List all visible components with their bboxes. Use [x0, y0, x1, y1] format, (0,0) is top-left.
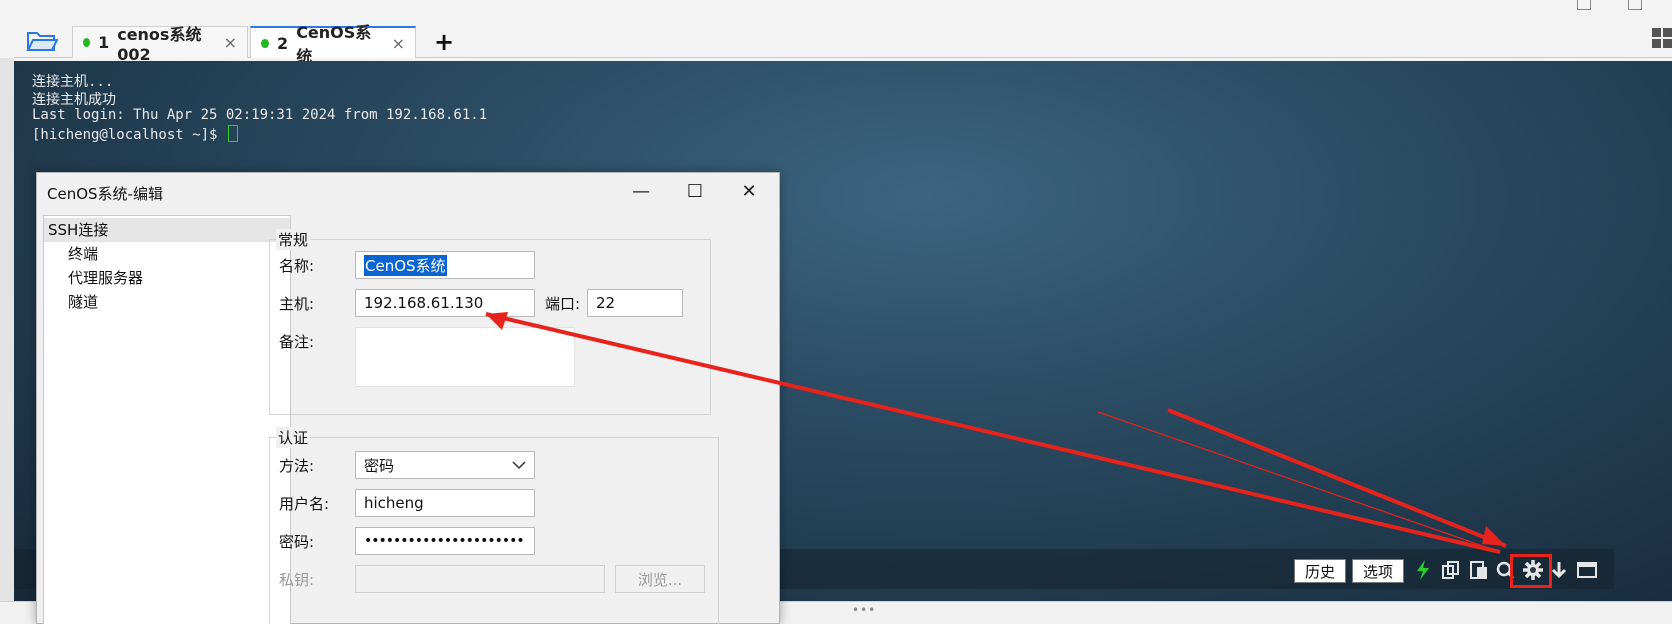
layout-grid-icon[interactable]	[1652, 28, 1672, 48]
tab-bar: 1 cenos系统002 × 2 CenOS系统 × +	[14, 22, 1672, 66]
tree-item-ssh[interactable]: SSH连接	[44, 218, 290, 242]
terminal-prompt-line: [hicheng@localhost ~]$	[32, 125, 238, 143]
password-label: 密码:	[279, 533, 315, 551]
terminal-prompt: [hicheng@localhost ~]$	[32, 127, 226, 143]
tab-number: 2	[277, 33, 289, 53]
tab-close-icon[interactable]: ×	[224, 33, 237, 52]
history-button[interactable]: 历史	[1294, 559, 1346, 583]
user-label: 用户名:	[279, 495, 330, 513]
copy-icon[interactable]	[1438, 557, 1464, 583]
session-edit-dialog: CenOS系统-编辑 — ☐ ✕ SSH连接 终端 代理服务器 隧道 常规 名称…	[36, 172, 780, 624]
restore-window-icon[interactable]	[1628, 0, 1642, 10]
host-input[interactable]: 192.168.61.130	[355, 289, 535, 317]
highlight-box	[1510, 554, 1552, 588]
tree-item-tunnel[interactable]: 隧道	[68, 290, 98, 314]
tree-item-terminal[interactable]: 终端	[68, 242, 98, 266]
tab-session-1[interactable]: 1 cenos系统002 ×	[72, 25, 248, 64]
terminal-line: 连接主机...	[32, 74, 114, 90]
lightning-icon[interactable]	[1410, 557, 1436, 583]
connected-dot-icon	[83, 38, 91, 47]
settings-tree: SSH连接 终端 代理服务器 隧道	[43, 215, 291, 624]
dialog-minimize-button[interactable]: —	[621, 177, 661, 205]
name-label: 名称:	[279, 257, 315, 275]
host-label: 主机:	[279, 295, 315, 313]
window-icon[interactable]	[1574, 557, 1600, 583]
app-window: 1 cenos系统002 × 2 CenOS系统 × + 连接主机... 连接主…	[0, 0, 1672, 624]
dialog-close-button[interactable]: ✕	[729, 177, 769, 205]
options-button[interactable]: 选项	[1352, 559, 1404, 583]
tab-label: CenOS系统	[296, 23, 372, 66]
name-input[interactable]: CenOS系统	[355, 251, 535, 279]
note-label: 备注:	[279, 333, 315, 351]
window-title-strip	[0, 0, 1672, 22]
general-group-title: 常规	[276, 229, 311, 250]
open-folder-icon[interactable]	[26, 28, 59, 54]
resize-handle-icon[interactable]: •••	[852, 603, 876, 617]
port-input[interactable]: 22	[587, 289, 683, 317]
terminal-line: 连接主机成功	[32, 92, 116, 108]
user-input[interactable]: hicheng	[355, 489, 535, 517]
tree-item-proxy[interactable]: 代理服务器	[68, 266, 143, 290]
minimize-window-icon[interactable]	[1577, 0, 1591, 10]
dialog-maximize-button[interactable]: ☐	[675, 177, 715, 205]
tab-number: 1	[98, 33, 110, 52]
auth-group-title: 认证	[276, 427, 311, 448]
dialog-title: CenOS系统-编辑	[47, 185, 163, 203]
connected-dot-icon	[261, 38, 270, 48]
tab-label: cenos系统002	[117, 25, 202, 64]
tab-close-icon[interactable]: ×	[392, 34, 405, 53]
browse-button[interactable]: 浏览...	[615, 565, 705, 593]
name-value: CenOS系统	[364, 254, 447, 276]
private-key-label: 私钥:	[279, 571, 315, 589]
terminal-cursor	[227, 125, 238, 142]
chevron-down-icon	[512, 461, 526, 470]
paste-icon[interactable]	[1466, 557, 1492, 583]
left-edge-panel	[0, 58, 14, 624]
method-select[interactable]: 密码	[355, 451, 535, 479]
tab-session-2[interactable]: 2 CenOS系统 ×	[250, 23, 416, 66]
note-textarea[interactable]	[355, 327, 575, 387]
port-label: 端口:	[545, 295, 581, 313]
method-value: 密码	[364, 456, 395, 475]
private-key-input[interactable]	[355, 565, 605, 593]
terminal-line: Last login: Thu Apr 25 02:19:31 2024 fro…	[32, 107, 488, 123]
password-input[interactable]: ••••••••••••••••••••••	[355, 527, 535, 555]
method-label: 方法:	[279, 457, 315, 475]
add-tab-button[interactable]: +	[434, 28, 454, 56]
